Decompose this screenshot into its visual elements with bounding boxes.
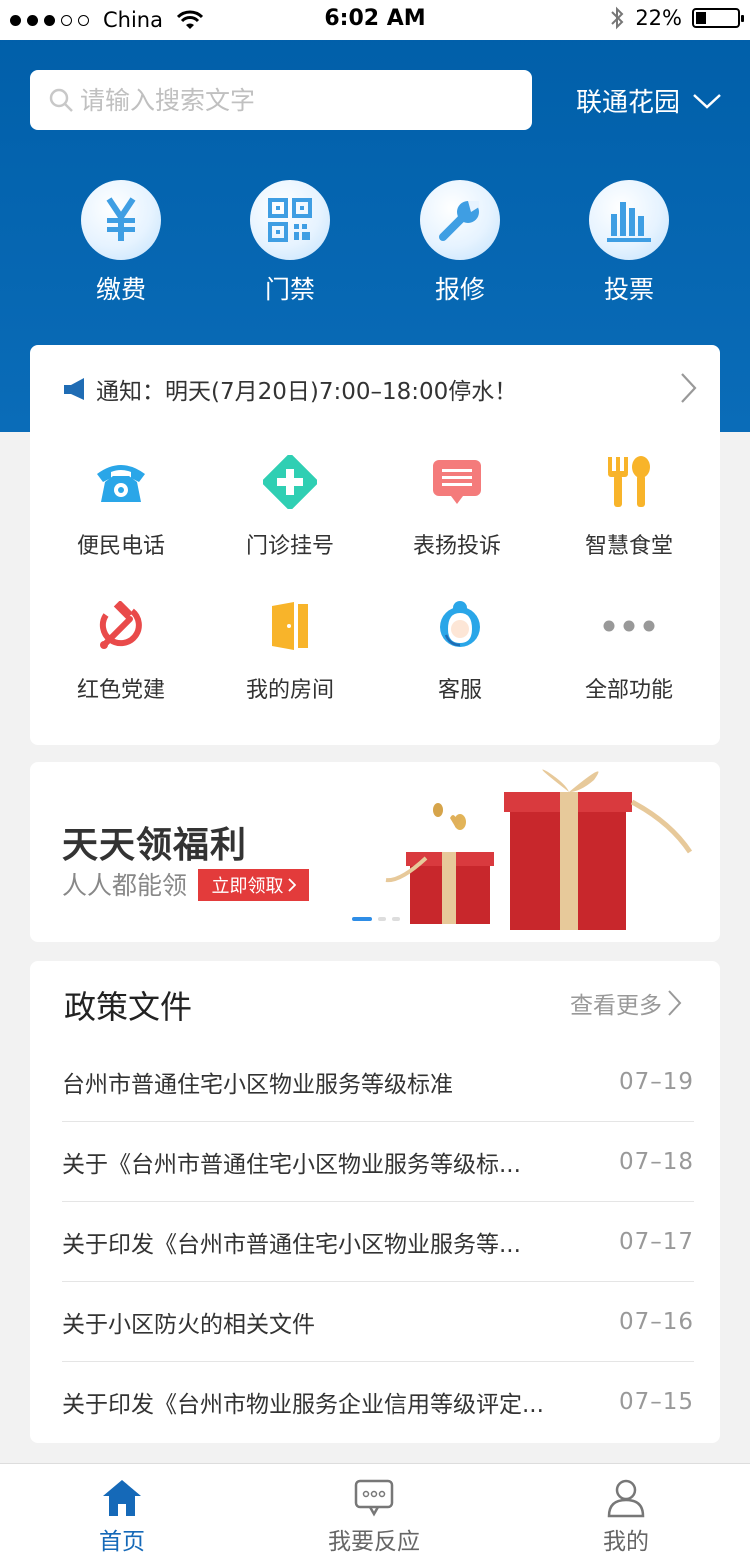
chevron-down-icon xyxy=(693,93,721,109)
service-feedback-label: 表扬投诉 xyxy=(412,534,501,559)
service-support-label: 客服 xyxy=(437,678,482,703)
banner-subtitle: 人人都能领 xyxy=(62,871,188,900)
policy-item[interactable]: 台州市普通住宅小区物业服务等级标准 07–19 xyxy=(62,1042,694,1122)
service-party[interactable]: 红色党建 xyxy=(46,596,196,704)
service-all[interactable]: 全部功能 xyxy=(554,596,704,704)
home-icon xyxy=(103,1480,141,1516)
service-clinic-label: 门诊挂号 xyxy=(245,534,334,559)
message-icon xyxy=(433,460,481,504)
policy-item[interactable]: 关于印发《台州市普通住宅小区物业服务等... 07–17 xyxy=(62,1202,694,1282)
claim-button[interactable]: 立即领取 xyxy=(198,869,309,901)
chevron-right-icon[interactable] xyxy=(678,372,698,404)
service-my-room-label: 我的房间 xyxy=(245,678,334,703)
tab-profile-label: 我的 xyxy=(603,1529,649,1555)
qr-code-icon xyxy=(268,198,312,242)
tab-bar: 首页 我要反应 我的 xyxy=(0,1463,750,1562)
policy-item[interactable]: 关于《台州市普通住宅小区物业服务等级标... 07–18 xyxy=(62,1122,694,1202)
notice-text: 通知：明天(7月20日)7:00–18:00停水！ xyxy=(96,379,518,405)
quick-pay-label: 缴费 xyxy=(95,275,146,304)
policy-item-title: 关于印发《台州市物业服务企业信用等级评定... xyxy=(62,1392,544,1418)
bar-chart-icon xyxy=(607,202,651,242)
service-all-label: 全部功能 xyxy=(584,678,673,703)
service-support[interactable]: 客服 xyxy=(385,596,535,704)
chevron-right-icon xyxy=(668,990,682,1016)
fork-spoon-icon xyxy=(608,456,650,507)
chevron-right-icon xyxy=(287,878,296,892)
medical-cross-icon xyxy=(263,455,317,509)
door-icon xyxy=(272,602,308,650)
notice-bar[interactable]: 通知：明天(7月20日)7:00–18:00停水！ xyxy=(62,372,517,406)
search-input[interactable] xyxy=(80,85,500,115)
policy-item-title: 台州市普通住宅小区物业服务等级标准 xyxy=(62,1071,453,1098)
policy-item-date: 07–19 xyxy=(618,1068,694,1095)
tab-home[interactable]: 首页 xyxy=(32,1478,212,1556)
tab-feedback-label: 我要反应 xyxy=(328,1529,420,1555)
tab-home-label: 首页 xyxy=(99,1529,145,1555)
policy-item-title: 关于印发《台州市普通住宅小区物业服务等... xyxy=(62,1231,521,1258)
search-box[interactable] xyxy=(30,70,532,130)
bluetooth-icon xyxy=(611,6,624,30)
policy-item-title: 关于《台州市普通住宅小区物业服务等级标... xyxy=(62,1151,521,1178)
carousel-indicator[interactable] xyxy=(352,917,400,921)
service-clinic[interactable]: 门诊挂号 xyxy=(215,452,365,560)
service-canteen[interactable]: 智慧食堂 xyxy=(554,452,704,560)
community-name: 联通花园 xyxy=(576,88,681,118)
service-feedback[interactable]: 表扬投诉 xyxy=(382,452,532,560)
user-icon xyxy=(607,1479,645,1518)
yuan-icon xyxy=(106,197,136,241)
tab-feedback[interactable]: 我要反应 xyxy=(284,1478,464,1556)
banner-title: 天天领福利 xyxy=(62,825,248,866)
quick-access-button[interactable]: 门禁 xyxy=(225,180,355,306)
battery-percent: 22% xyxy=(635,6,682,30)
policy-item-date: 07–18 xyxy=(618,1148,694,1175)
community-selector[interactable]: 联通花园 xyxy=(576,82,722,119)
policy-item-date: 07–16 xyxy=(618,1308,694,1335)
service-phone-label: 便民电话 xyxy=(76,534,165,559)
quick-vote-button[interactable]: 投票 xyxy=(564,180,694,306)
view-more-link[interactable]: 查看更多 xyxy=(570,986,682,1020)
service-my-room[interactable]: 我的房间 xyxy=(215,596,365,704)
customer-service-icon xyxy=(440,601,480,647)
search-icon xyxy=(49,88,73,112)
status-bar: China 6:02 AM 22% xyxy=(0,0,750,40)
service-canteen-label: 智慧食堂 xyxy=(584,534,673,559)
hammer-sickle-icon xyxy=(99,601,142,649)
service-party-label: 红色党建 xyxy=(76,678,165,703)
quick-pay-button[interactable]: 缴费 xyxy=(56,180,186,306)
policy-item[interactable]: 关于小区防火的相关文件 07–16 xyxy=(62,1282,694,1362)
chat-bubble-icon xyxy=(354,1479,394,1517)
policy-item[interactable]: 关于印发《台州市物业服务企业信用等级评定... 07–15 xyxy=(62,1362,694,1442)
tab-profile[interactable]: 我的 xyxy=(536,1478,716,1556)
quick-vote-label: 投票 xyxy=(603,275,654,304)
policy-item-title: 关于小区防火的相关文件 xyxy=(62,1311,315,1338)
policy-item-date: 07–17 xyxy=(618,1228,694,1255)
view-more-label: 查看更多 xyxy=(570,993,662,1019)
policy-section-title: 政策文件 xyxy=(64,988,193,1026)
policy-item-date: 07–15 xyxy=(618,1389,694,1415)
quick-repair-button[interactable]: 报修 xyxy=(395,180,525,306)
battery-icon xyxy=(692,8,744,28)
claim-button-label: 立即领取 xyxy=(211,876,284,897)
service-phone[interactable]: 便民电话 xyxy=(46,452,196,560)
gift-box-image xyxy=(385,769,693,930)
quick-access-label: 门禁 xyxy=(264,275,315,304)
telephone-icon xyxy=(97,465,145,502)
speaker-icon xyxy=(64,378,84,400)
quick-repair-label: 报修 xyxy=(434,275,485,304)
more-dots-icon xyxy=(603,620,655,632)
wrench-icon xyxy=(439,201,479,241)
